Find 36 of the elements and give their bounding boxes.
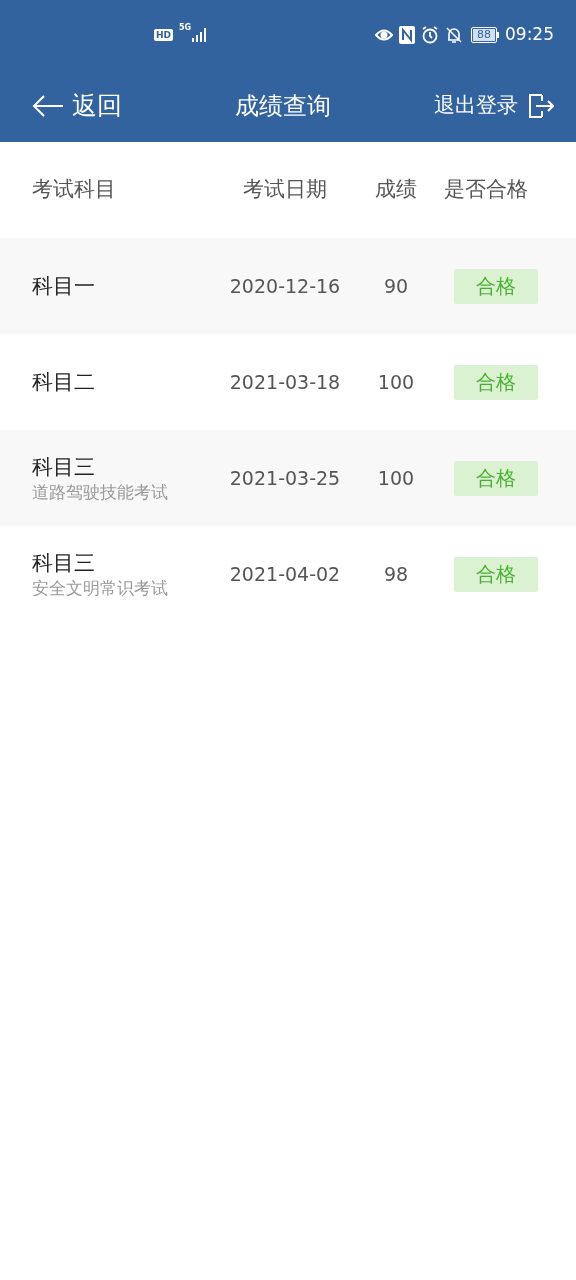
result-badge: 合格 (454, 268, 538, 304)
clock-time: 09:25 (505, 23, 554, 47)
score-cell-text: 98 (383, 561, 409, 587)
eye-icon (375, 29, 393, 41)
battery-icon: 88 (471, 27, 499, 43)
result-badge: 合格 (454, 364, 538, 400)
score-cell-text: 90 (383, 273, 409, 299)
network-label: 5G (179, 24, 192, 32)
subject-cell-text: 科目一 (32, 273, 96, 300)
page-title: 成绩查询 (234, 91, 332, 122)
subject-cell-text: 科目二 (32, 369, 96, 396)
result-badge: 合格 (454, 460, 538, 496)
date-cell-text: 2020-12-16 (229, 273, 341, 299)
column-header: 成绩 (374, 176, 418, 204)
column-header: 是否合格 (443, 176, 529, 204)
date-cell-text: 2021-03-18 (229, 369, 341, 395)
signal-icon (192, 27, 209, 43)
nfc-icon (399, 26, 415, 44)
bell-off-icon (445, 26, 463, 44)
result-badge: 合格 (454, 556, 538, 592)
back-arrow-icon (32, 94, 64, 118)
logout-button[interactable]: 退出登录 (434, 90, 554, 122)
subject-subtitle: 安全文明常识考试 (32, 577, 169, 599)
back-button[interactable]: 返回 (32, 87, 122, 125)
date-cell-text: 2021-04-02 (229, 561, 341, 587)
score-cell-text: 100 (377, 465, 415, 491)
date-cell-text: 2021-03-25 (229, 465, 341, 491)
score-cell-text: 100 (377, 369, 415, 395)
hd-badge: HD (154, 29, 173, 41)
column-header: 考试日期 (242, 176, 328, 204)
subject-cell-text: 科目三 (32, 550, 96, 577)
column-header: 考试科目 (31, 176, 117, 204)
alarm-icon (421, 26, 439, 44)
logout-icon (528, 93, 554, 119)
subject-cell-text: 科目三 (32, 454, 96, 481)
subject-subtitle: 道路驾驶技能考试 (32, 481, 169, 503)
